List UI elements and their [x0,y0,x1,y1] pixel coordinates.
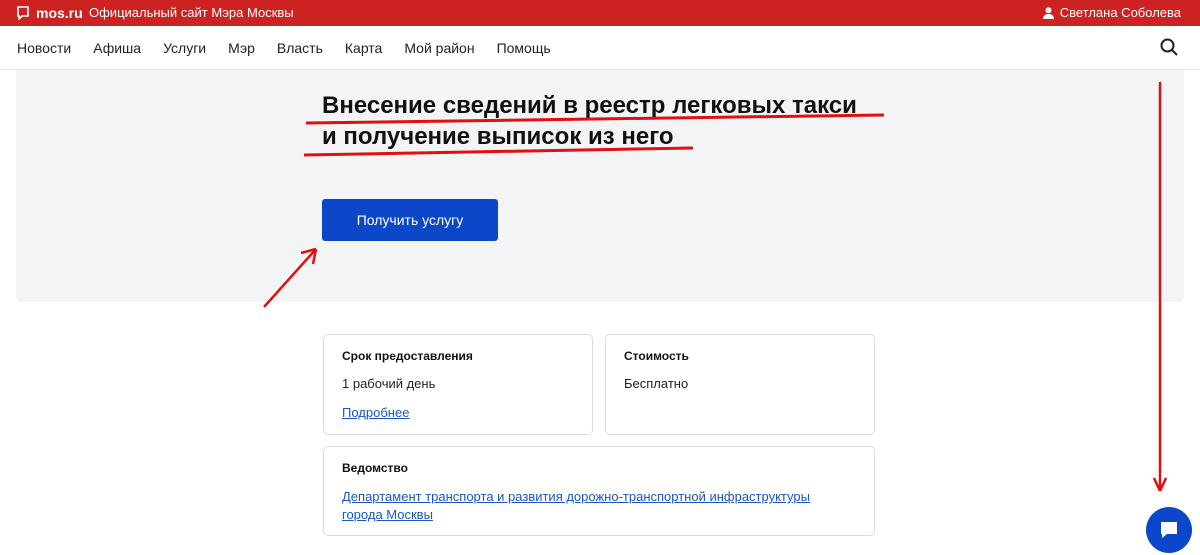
term-heading: Срок предоставления [342,349,473,363]
nav-item-mayor[interactable]: Мэр [228,40,255,56]
term-value: 1 рабочий день [342,376,436,391]
speech-bubble-icon [17,6,29,20]
nav-item-my-district[interactable]: Мой район [404,40,474,56]
user-icon [1042,6,1054,19]
title-line-1: Внесение сведений в реестр легковых такс… [322,92,857,119]
chat-icon [1161,522,1177,538]
term-card: Срок предоставления 1 рабочий день Подро… [323,334,593,435]
agency-heading: Ведомство [342,461,408,475]
get-service-button[interactable]: Получить услугу [322,199,498,241]
nav-item-map[interactable]: Карта [345,40,382,56]
logo-text: mos.ru [36,5,83,21]
cost-card: Стоимость Бесплатно [605,334,875,435]
search-icon[interactable] [1160,38,1178,56]
cost-heading: Стоимость [624,349,689,363]
agency-link[interactable]: Департамент транспорта и развития дорожн… [342,488,810,524]
nav-item-news[interactable]: Новости [17,40,71,56]
more-link[interactable]: Подробнее [342,405,409,420]
site-description[interactable]: Официальный сайт Мэра Москвы [89,5,294,20]
title-line-2: и получение выписок из него [322,123,674,150]
agency-link-line-2: города Москвы [342,507,433,522]
user-name: Светлана Соболева [1059,5,1181,20]
nav-item-authority[interactable]: Власть [277,40,323,56]
top-bar: mos.ru Официальный сайт Мэра Москвы Свет… [0,0,1200,26]
nav-item-events[interactable]: Афиша [93,40,141,56]
site-logo[interactable]: mos.ru [16,5,83,21]
page-title: Внесение сведений в реестр легковых такс… [322,90,902,152]
agency-link-line-1: Департамент транспорта и развития дорожн… [342,489,810,504]
chat-button[interactable] [1146,507,1192,553]
user-account[interactable]: Светлана Соболева [1042,5,1181,20]
nav-item-help[interactable]: Помощь [497,40,551,56]
main-nav: Новости Афиша Услуги Мэр Власть Карта Мо… [0,26,1200,70]
agency-card: Ведомство Департамент транспорта и разви… [323,446,875,536]
cost-value: Бесплатно [624,376,689,391]
nav-item-services[interactable]: Услуги [163,40,206,56]
